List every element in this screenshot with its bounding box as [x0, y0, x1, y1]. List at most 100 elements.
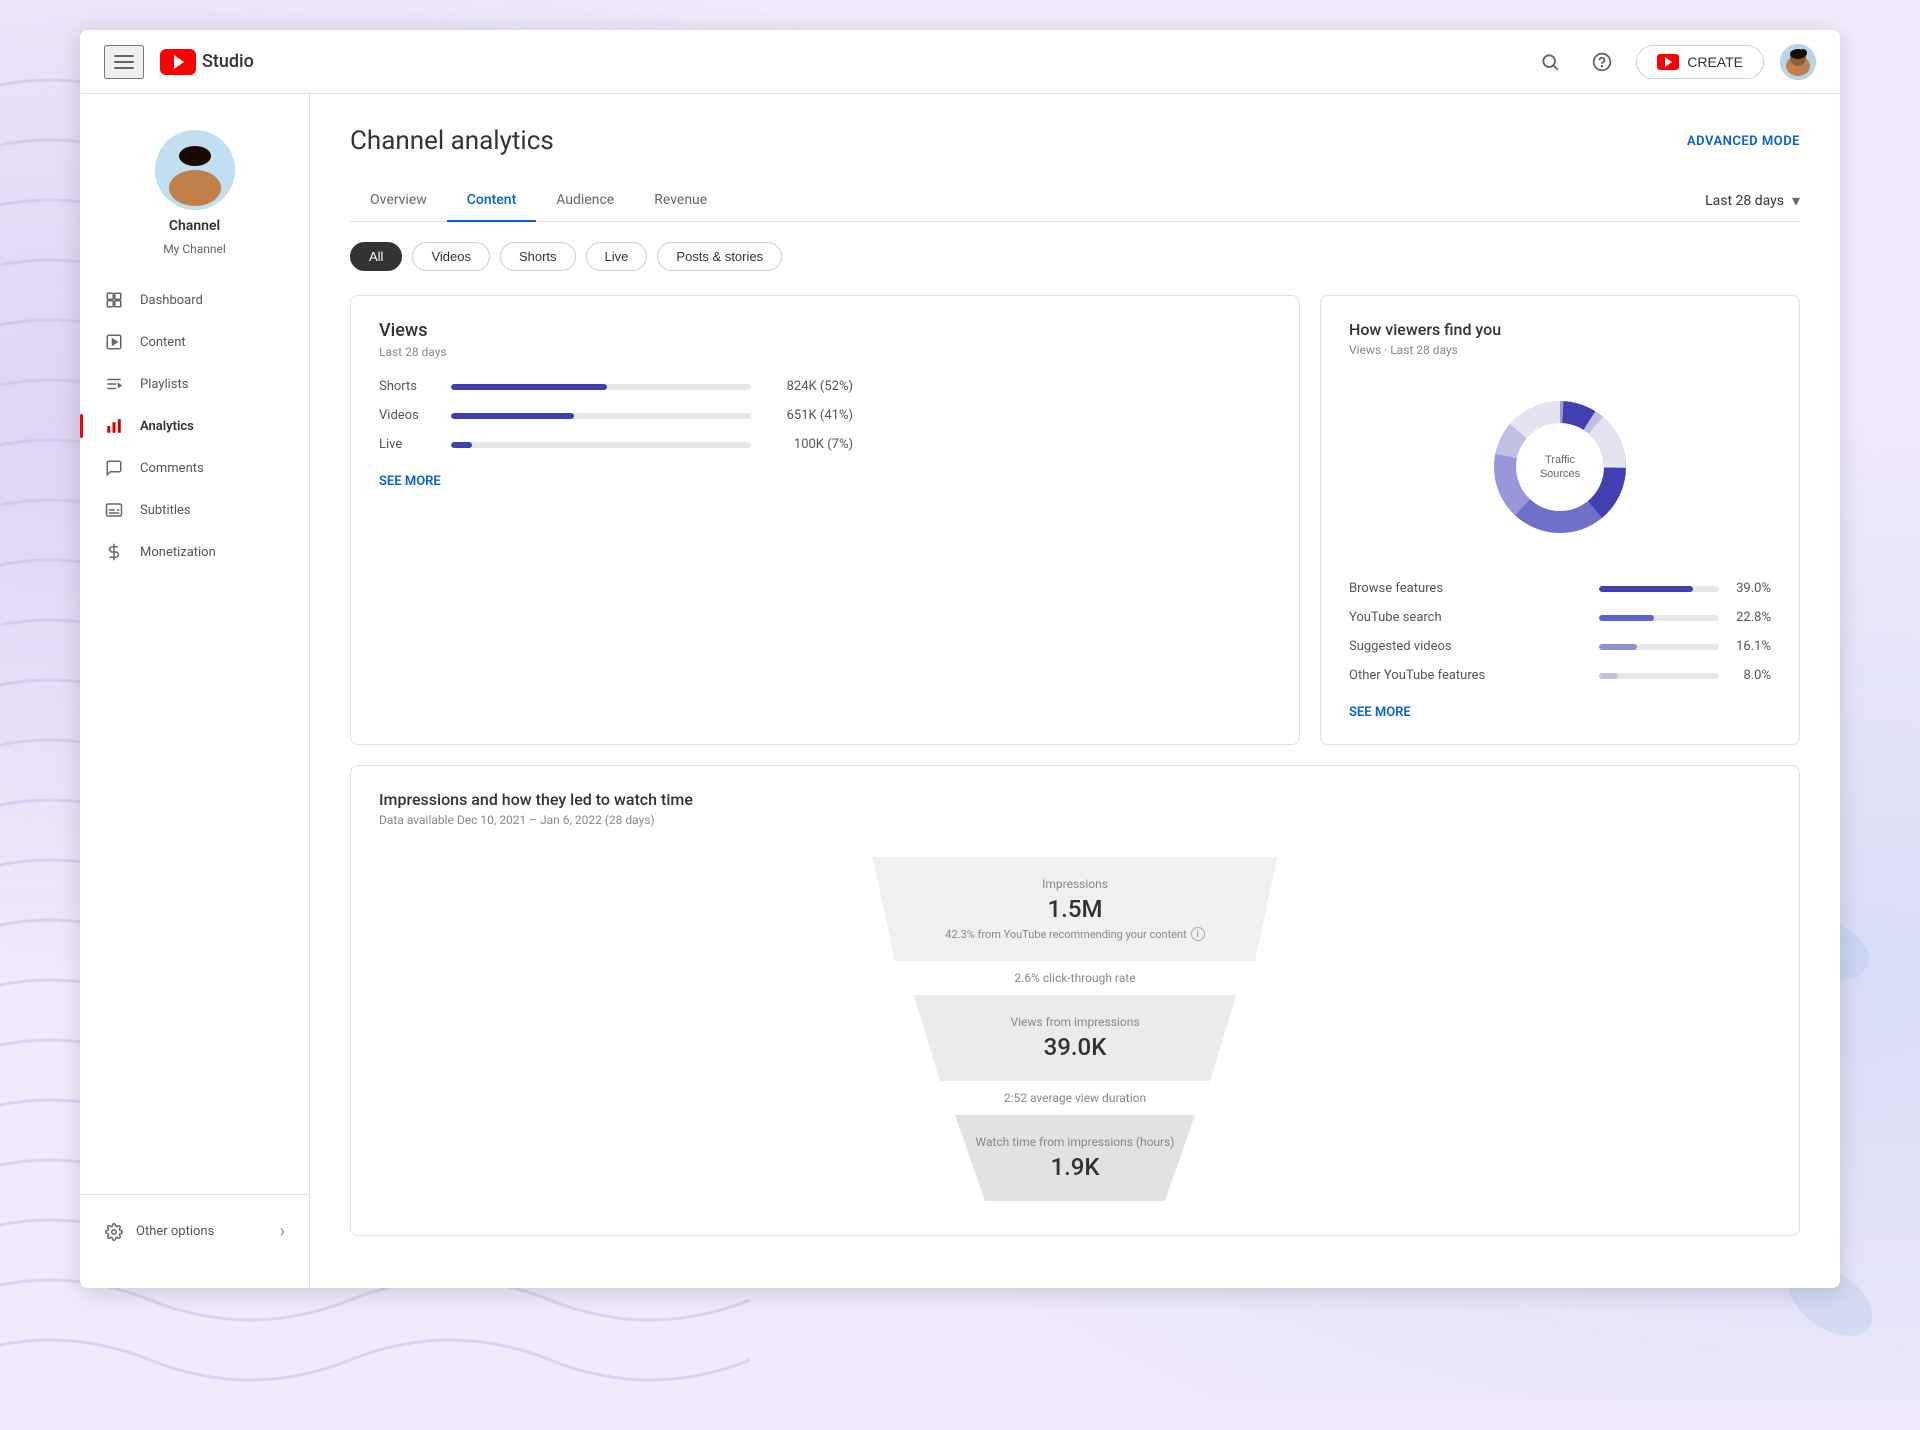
views-subtitle: Last 28 days	[379, 345, 1271, 359]
bar-row-videos: Videos 651K (41%)	[379, 408, 1271, 423]
sidebar-item-playlists[interactable]: Playlists	[88, 364, 301, 404]
logo-link[interactable]: Studio	[160, 49, 254, 75]
traffic-fill-other	[1599, 673, 1618, 679]
funnel-connector-1: 2.6% click-through rate	[1014, 961, 1135, 995]
funnel-block-2: Views from impressions 39.0K	[888, 995, 1263, 1081]
subtitles-icon	[104, 500, 124, 520]
monetization-label: Monetization	[140, 545, 216, 560]
sidebar-item-comments[interactable]: Comments	[88, 448, 301, 488]
channel-avatar[interactable]	[155, 130, 235, 210]
dashboard-icon	[104, 290, 124, 310]
filter-live[interactable]: Live	[586, 242, 648, 271]
traffic-row-search: YouTube search 22.8%	[1349, 610, 1771, 625]
tab-audience[interactable]: Audience	[536, 180, 634, 222]
other-options-item[interactable]: Other options ›	[96, 1211, 293, 1252]
sidebar-footer: Other options ›	[80, 1194, 309, 1268]
filter-all[interactable]: All	[350, 242, 402, 271]
tabs-row: Overview Content Audience Revenue Last 2…	[350, 180, 1800, 222]
playlists-icon	[104, 374, 124, 394]
funnel-label-2: Views from impressions	[928, 1015, 1223, 1029]
channel-avatar-svg	[155, 130, 235, 210]
monetization-icon	[104, 542, 124, 562]
hvfy-subtitle: Views · Last 28 days	[1349, 343, 1771, 357]
funnel-value-1: 1.5M	[890, 895, 1260, 923]
header-left: Studio	[104, 45, 254, 79]
viewers-see-more[interactable]: SEE MORE	[1349, 705, 1411, 720]
traffic-label-other: Other YouTube features	[1349, 668, 1589, 683]
funnel-step-2: Views from impressions 39.0K 2:52 averag…	[825, 995, 1325, 1115]
impressions-title: Impressions and how they led to watch ti…	[379, 790, 1771, 809]
sidebar-item-monetization[interactable]: Monetization	[88, 532, 301, 572]
traffic-row-browse: Browse features 39.0%	[1349, 581, 1771, 596]
page-title: Channel analytics	[350, 126, 554, 156]
body-layout: Channel My Channel Dashboard	[80, 94, 1840, 1288]
bar-row-shorts: Shorts 824K (52%)	[379, 379, 1271, 394]
funnel-block-1: Impressions 1.5M 42.3% from YouTube reco…	[850, 857, 1300, 961]
funnel-note-1: 42.3% from YouTube recommending your con…	[890, 927, 1260, 941]
nav-items: Dashboard Content	[80, 280, 309, 572]
traffic-value-search: 22.8%	[1729, 610, 1771, 625]
funnel-step-3: Watch time from impressions (hours) 1.9K	[825, 1115, 1325, 1201]
analytics-icon	[104, 416, 124, 436]
date-selector[interactable]: Last 28 days ▾	[1705, 191, 1800, 210]
funnel-label-3: Watch time from impressions (hours)	[965, 1135, 1185, 1149]
funnel-value-2: 39.0K	[928, 1033, 1223, 1061]
help-icon	[1592, 52, 1612, 72]
traffic-track-suggested	[1599, 644, 1719, 650]
funnel-block-3: Watch time from impressions (hours) 1.9K	[925, 1115, 1225, 1201]
bar-fill-videos	[451, 413, 574, 419]
cards-grid: Views Last 28 days Shorts 824K (52%) Vid…	[350, 295, 1800, 745]
play-icon	[174, 55, 184, 69]
other-options-label: Other options	[136, 1224, 268, 1239]
sidebar-item-analytics[interactable]: Analytics	[88, 406, 301, 446]
traffic-row-other: Other YouTube features 8.0%	[1349, 668, 1771, 683]
search-button[interactable]	[1532, 44, 1568, 80]
filter-pills: All Videos Shorts Live Posts & stories	[350, 242, 1800, 271]
impressions-card: Impressions and how they led to watch ti…	[350, 765, 1800, 1236]
funnel-label-1: Impressions	[890, 877, 1260, 891]
bar-row-live: Live 100K (7%)	[379, 437, 1271, 452]
funnel-step-1: Impressions 1.5M 42.3% from YouTube reco…	[825, 857, 1325, 995]
help-button[interactable]	[1584, 44, 1620, 80]
views-see-more[interactable]: SEE MORE	[379, 474, 441, 489]
tab-overview[interactable]: Overview	[350, 180, 447, 222]
content-label: Content	[140, 335, 186, 350]
analytics-label: Analytics	[140, 419, 194, 434]
sidebar-item-content[interactable]: Content	[88, 322, 301, 362]
tab-revenue[interactable]: Revenue	[634, 180, 727, 222]
main-content: Channel analytics ADVANCED MODE Overview…	[310, 94, 1840, 1288]
bar-label-videos: Videos	[379, 408, 439, 423]
youtube-logo-icon	[160, 49, 196, 75]
bar-fill-live	[451, 442, 472, 448]
views-card: Views Last 28 days Shorts 824K (52%) Vid…	[350, 295, 1300, 745]
bar-fill-shorts	[451, 384, 607, 390]
traffic-value-other: 8.0%	[1729, 668, 1771, 683]
bar-track-live	[451, 442, 751, 448]
traffic-value-suggested: 16.1%	[1729, 639, 1771, 654]
user-avatar[interactable]	[1780, 44, 1816, 80]
hvfy-title: How viewers find you	[1349, 320, 1771, 339]
channel-sub: My Channel	[163, 242, 226, 256]
svg-text:Traffic: Traffic	[1545, 454, 1575, 466]
subtitles-label: Subtitles	[140, 503, 191, 518]
traffic-fill-search	[1599, 615, 1654, 621]
sidebar-item-subtitles[interactable]: Subtitles	[88, 490, 301, 530]
create-button[interactable]: CREATE	[1636, 45, 1764, 79]
chevron-right-icon: ›	[280, 1221, 285, 1242]
playlists-label: Playlists	[140, 377, 188, 392]
filter-shorts[interactable]: Shorts	[500, 242, 576, 271]
tab-content[interactable]: Content	[447, 180, 537, 222]
app-window: Studio CREATE	[80, 30, 1840, 1288]
hamburger-button[interactable]	[104, 45, 144, 79]
filter-videos[interactable]: Videos	[412, 242, 490, 271]
dashboard-label: Dashboard	[140, 293, 203, 308]
bar-value-videos: 651K (41%)	[763, 408, 853, 423]
traffic-label-browse: Browse features	[1349, 581, 1589, 596]
sidebar-item-dashboard[interactable]: Dashboard	[88, 280, 301, 320]
advanced-mode-link[interactable]: ADVANCED MODE	[1687, 134, 1800, 149]
bar-track-videos	[451, 413, 751, 419]
viewers-card: How viewers find you Views · Last 28 day…	[1320, 295, 1800, 745]
filter-posts[interactable]: Posts & stories	[657, 242, 782, 271]
traffic-track-other	[1599, 673, 1719, 679]
traffic-row-suggested: Suggested videos 16.1%	[1349, 639, 1771, 654]
